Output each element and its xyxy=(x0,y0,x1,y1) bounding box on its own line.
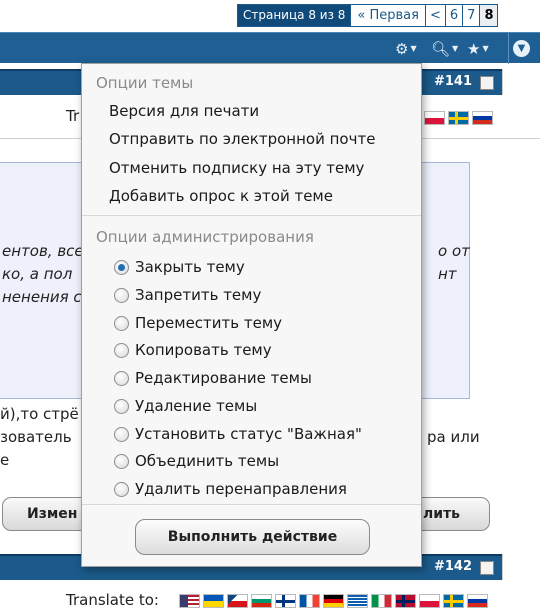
ru-flag-icon[interactable] xyxy=(467,594,488,608)
pl-flag-icon[interactable] xyxy=(424,111,445,125)
execute-action-button[interactable]: Выполнить действие xyxy=(135,519,370,555)
admin-option-label: Копировать тему xyxy=(135,341,272,359)
ru-flag-icon[interactable] xyxy=(472,111,493,125)
radio-icon[interactable] xyxy=(114,426,129,442)
menu-divider xyxy=(82,215,421,216)
us-flag-icon[interactable] xyxy=(179,594,200,608)
admin-option-label: Установить статус "Важная" xyxy=(135,425,362,443)
admin-option-merge[interactable]: Объединить темы xyxy=(114,452,279,470)
radio-icon[interactable] xyxy=(114,481,129,497)
post-header-side xyxy=(502,69,540,95)
radio-icon[interactable] xyxy=(114,453,129,469)
quote-text: ненения со xyxy=(2,288,91,306)
prev-page-link[interactable]: < xyxy=(424,5,445,26)
quote-text: ентов, все xyxy=(2,242,84,260)
admin-option-remove-redirects[interactable]: Удалить перенаправления xyxy=(114,480,347,498)
admin-options-heading: Опции администрирования xyxy=(96,228,314,246)
page-6-link[interactable]: 6 xyxy=(444,5,463,26)
radio-icon[interactable] xyxy=(114,315,129,331)
post-header-side xyxy=(502,554,540,580)
admin-option-label: Переместить тему xyxy=(135,314,283,332)
post-text: е xyxy=(0,451,10,469)
bg-flag-icon[interactable] xyxy=(251,594,272,608)
admin-option-delete[interactable]: Удаление темы xyxy=(114,397,257,415)
edit-button-label: Измен xyxy=(27,506,78,522)
radio-icon[interactable] xyxy=(114,287,129,303)
ua-flag-icon[interactable] xyxy=(203,594,224,608)
email-thread-link[interactable]: Отправить по электронной почте xyxy=(109,130,375,148)
admin-option-label: Удалить перенаправления xyxy=(135,480,347,498)
se-flag-icon[interactable] xyxy=(448,111,469,125)
post-text: ра или xyxy=(427,428,480,446)
post-text: й),то стрё xyxy=(0,405,79,423)
translate-flags xyxy=(179,594,488,608)
fi-flag-icon[interactable] xyxy=(275,594,296,608)
admin-option-sticky[interactable]: Установить статус "Важная" xyxy=(114,425,362,443)
star-icon[interactable]: ★ ▼ xyxy=(467,33,489,64)
fr-flag-icon[interactable] xyxy=(299,594,320,608)
thread-options-heading: Опции темы xyxy=(96,74,194,92)
admin-option-ban[interactable]: Запретить тему xyxy=(114,286,261,304)
post-select-checkbox[interactable] xyxy=(480,76,494,90)
it-flag-icon[interactable] xyxy=(371,594,392,608)
no-flag-icon[interactable] xyxy=(395,594,416,608)
radio-icon[interactable] xyxy=(114,398,129,414)
admin-option-label: Закрыть тему xyxy=(135,258,245,276)
radio-selected-icon[interactable] xyxy=(114,259,129,275)
unsubscribe-link[interactable]: Отменить подписку на эту тему xyxy=(109,159,364,177)
toolbar-divider xyxy=(508,33,509,64)
admin-option-edit[interactable]: Редактирование темы xyxy=(114,369,312,387)
menu-down-icon[interactable]: ▼ xyxy=(513,40,530,57)
quote-text: ко, а пол xyxy=(2,265,73,283)
gear-icon[interactable]: ⚙ ▼ xyxy=(395,33,417,64)
first-page-link[interactable]: « Первая xyxy=(350,5,425,26)
translate-label: Translate to: xyxy=(66,591,159,609)
admin-option-label: Запретить тему xyxy=(135,286,262,304)
de-flag-icon[interactable] xyxy=(323,594,344,608)
radio-icon[interactable] xyxy=(114,342,129,358)
pagination: Страница 8 из 8 « Первая < 6 7 8 xyxy=(237,4,499,27)
quote-text: о от xyxy=(438,242,470,260)
post-number[interactable]: #141 xyxy=(434,74,472,89)
admin-option-label: Удаление темы xyxy=(135,397,258,415)
admin-option-close[interactable]: Закрыть тему xyxy=(114,258,245,276)
admin-option-label: Редактирование темы xyxy=(135,369,312,387)
search-icon[interactable]: 🔍︎ ▼ xyxy=(431,33,458,64)
quote-text: нт xyxy=(438,265,457,283)
admin-option-copy[interactable]: Копировать тему xyxy=(114,341,272,359)
post-text: зователь xyxy=(0,428,72,446)
thread-toolbar: ⚙ ▼ 🔍︎ ▼ ★ ▼ ▼ xyxy=(0,32,540,64)
admin-option-label: Объединить темы xyxy=(135,452,280,470)
se-flag-icon[interactable] xyxy=(443,594,464,608)
page-7-link[interactable]: 7 xyxy=(462,5,480,26)
page-info: Страница 8 из 8 xyxy=(238,5,351,26)
translate-flags xyxy=(424,111,493,125)
menu-divider xyxy=(82,504,421,505)
add-poll-link[interactable]: Добавить опрос к этой теме xyxy=(109,187,333,205)
current-page: 8 xyxy=(479,5,498,26)
radio-icon[interactable] xyxy=(114,370,129,386)
gr-flag-icon[interactable] xyxy=(347,594,368,608)
cz-flag-icon[interactable] xyxy=(227,594,248,608)
thread-tools-menu: Опции темы Версия для печати Отправить п… xyxy=(81,63,422,567)
post-number[interactable]: #142 xyxy=(434,559,472,574)
pl-flag-icon[interactable] xyxy=(419,594,440,608)
admin-option-move[interactable]: Переместить тему xyxy=(114,314,282,332)
delete-button-label: лить xyxy=(423,506,461,522)
printable-version-link[interactable]: Версия для печати xyxy=(109,102,259,120)
post-select-checkbox[interactable] xyxy=(480,561,494,575)
translate-label: Tr xyxy=(66,107,80,125)
